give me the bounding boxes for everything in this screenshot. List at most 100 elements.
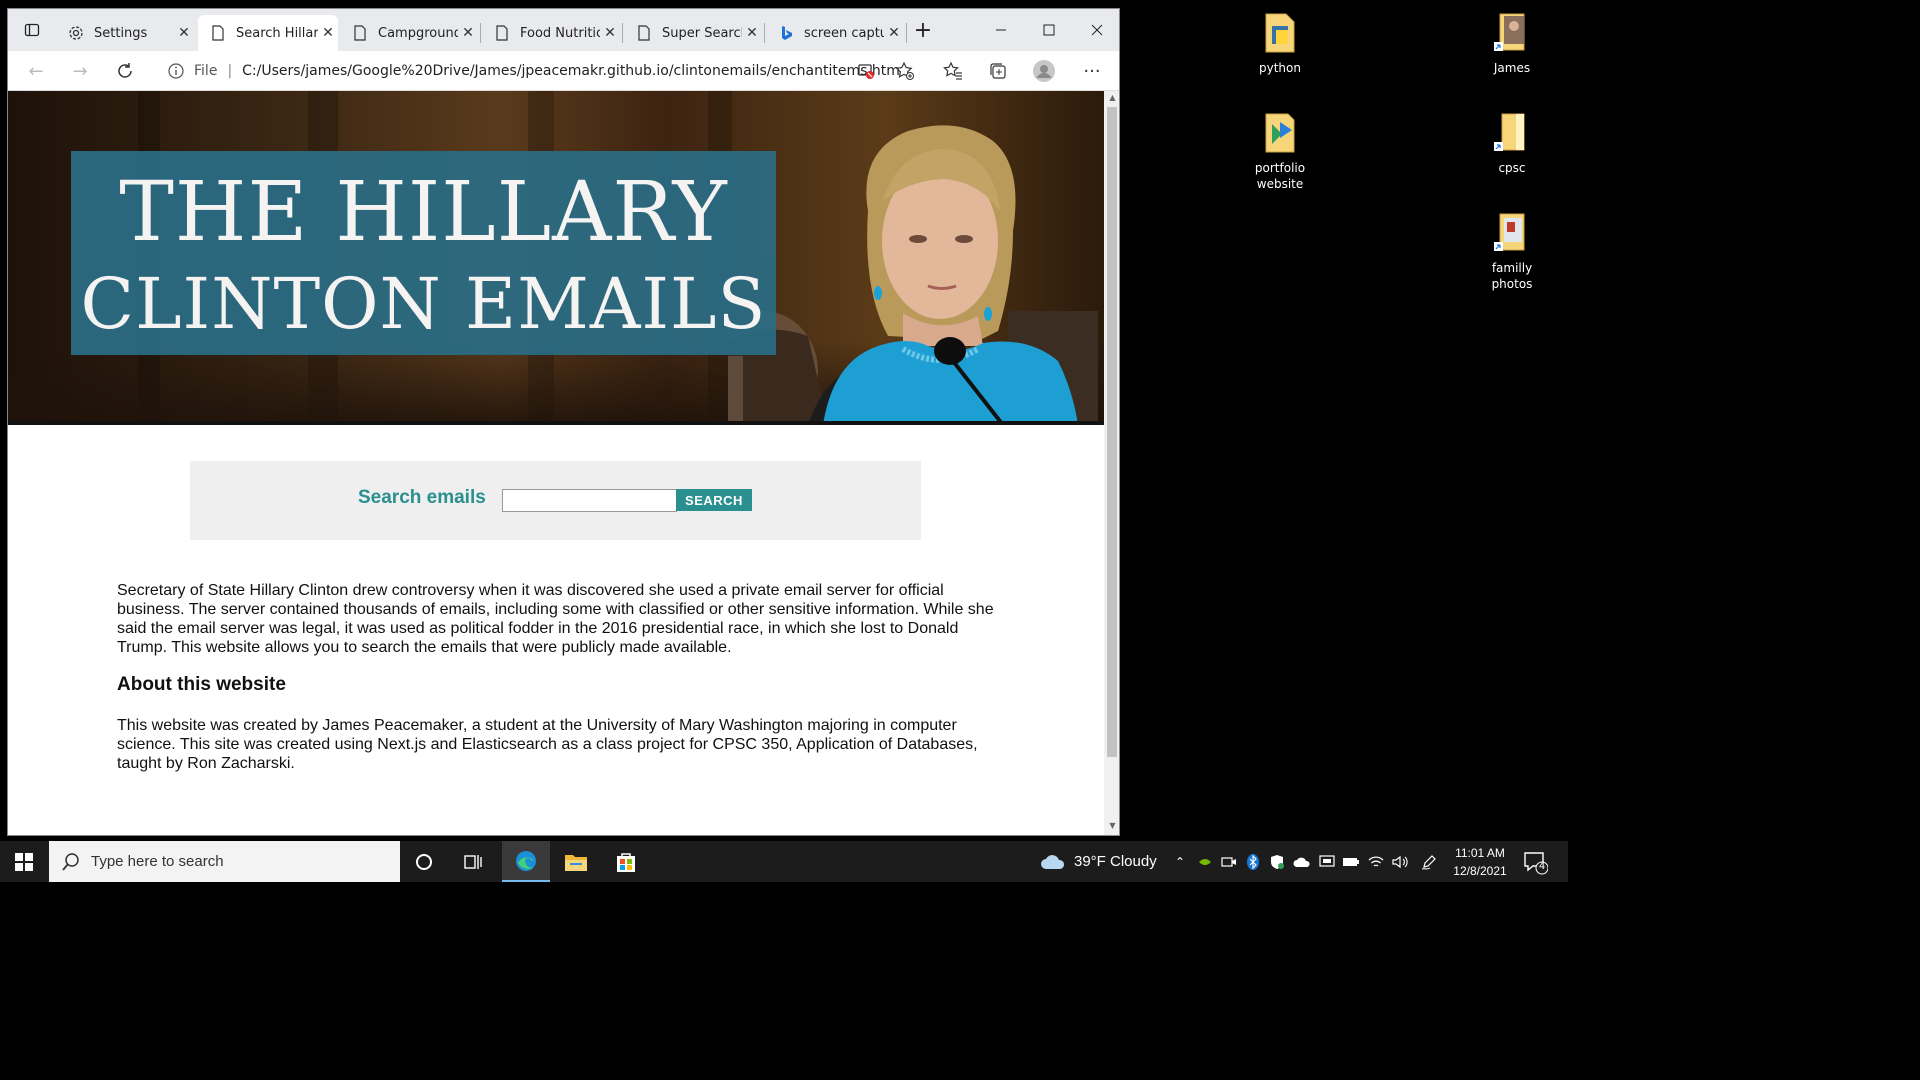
more-icon: ··· bbox=[1083, 60, 1101, 82]
notifications-button[interactable]: 4 bbox=[1522, 849, 1549, 875]
meet-now-icon[interactable] bbox=[1220, 853, 1238, 871]
avatar-icon bbox=[1033, 60, 1055, 82]
desktop-icon-label: python bbox=[1259, 61, 1301, 75]
desktop-icon-familly-photos[interactable]: familly photos bbox=[1472, 210, 1552, 292]
tab-label: Campground bbox=[378, 25, 458, 41]
close-tab-icon[interactable]: ✕ bbox=[318, 25, 338, 41]
tab-search-hillary[interactable]: Search Hillary ✕ bbox=[198, 15, 338, 51]
taskbar-edge-button[interactable] bbox=[502, 841, 550, 882]
taskbar-store-button[interactable] bbox=[602, 841, 650, 882]
close-tab-icon[interactable]: ✕ bbox=[174, 25, 194, 41]
clock-time: 11:01 AM bbox=[1455, 846, 1505, 860]
site-title-line-1: THE HILLARY bbox=[119, 165, 728, 260]
show-hidden-icons-button[interactable]: ⌃ bbox=[1171, 853, 1189, 871]
page-icon bbox=[352, 25, 368, 41]
forward-button[interactable]: → bbox=[64, 57, 96, 85]
settings-menu-button[interactable]: ··· bbox=[1076, 57, 1108, 85]
profile-button[interactable] bbox=[1028, 57, 1060, 85]
blocked-media-icon bbox=[858, 64, 874, 79]
collections-button[interactable] bbox=[982, 57, 1014, 85]
desktop-icon-label: familly photos bbox=[1491, 261, 1533, 291]
banner-divider bbox=[8, 421, 1104, 425]
plus-icon: + bbox=[913, 17, 933, 43]
close-tab-icon[interactable]: ✕ bbox=[600, 25, 620, 41]
close-tab-icon[interactable]: ✕ bbox=[884, 25, 904, 41]
desktop-icon-james[interactable]: James bbox=[1472, 10, 1552, 76]
edge-icon bbox=[516, 850, 536, 871]
scroll-down-icon[interactable]: ▼ bbox=[1104, 821, 1119, 835]
photo-folder-icon bbox=[1492, 210, 1532, 254]
tab-food-nutrition[interactable]: Food Nutritic ✕ bbox=[482, 15, 620, 51]
tab-actions-button[interactable] bbox=[12, 15, 52, 45]
desktop-icon-python[interactable]: python bbox=[1240, 10, 1320, 76]
clinton-portrait-image bbox=[728, 125, 1098, 425]
task-view-button[interactable] bbox=[449, 841, 497, 882]
forward-arrow-icon: → bbox=[72, 60, 88, 82]
refresh-icon bbox=[118, 63, 132, 78]
desktop-icon-cpsc[interactable]: cpsc bbox=[1472, 110, 1552, 176]
tab-super-search[interactable]: Super Search ✕ bbox=[624, 15, 762, 51]
folder-icon bbox=[565, 854, 587, 871]
tab-label: Settings bbox=[94, 25, 148, 41]
battery-icon[interactable] bbox=[1342, 853, 1360, 871]
vertical-scrollbar[interactable]: ▲ ▼ bbox=[1104, 91, 1119, 835]
scroll-thumb[interactable] bbox=[1107, 107, 1117, 757]
close-tab-icon[interactable]: ✕ bbox=[742, 25, 762, 41]
pen-workspace-icon[interactable] bbox=[1420, 853, 1438, 871]
taskbar-file-explorer-button[interactable] bbox=[552, 841, 600, 882]
bluetooth-icon[interactable] bbox=[1244, 853, 1262, 871]
about-paragraph: This website was created by James Peacem… bbox=[117, 717, 978, 772]
desktop-icon-label: James bbox=[1493, 61, 1531, 75]
onedrive-icon[interactable] bbox=[1293, 853, 1311, 871]
start-button[interactable] bbox=[0, 841, 48, 882]
close-window-button[interactable] bbox=[1074, 15, 1119, 45]
collections-icon bbox=[990, 63, 1006, 79]
maximize-icon bbox=[1043, 24, 1055, 36]
search-icon bbox=[62, 852, 79, 871]
volume-icon[interactable] bbox=[1391, 853, 1409, 871]
info-icon[interactable] bbox=[166, 61, 186, 81]
desktop: Settings ✕ Search Hillary ✕ Campground ✕ bbox=[0, 0, 1568, 882]
page-icon bbox=[636, 25, 652, 41]
cortana-icon bbox=[416, 853, 432, 870]
folder-icon bbox=[1260, 10, 1300, 54]
tab-screen-capture[interactable]: screen captur ✕ bbox=[766, 15, 904, 51]
security-shield-icon[interactable] bbox=[1268, 853, 1286, 871]
new-tab-button[interactable]: + bbox=[908, 15, 938, 45]
weather-widget[interactable]: 39°F Cloudy bbox=[1040, 841, 1157, 882]
refresh-button[interactable] bbox=[109, 57, 141, 85]
tracking-prevention-button[interactable] bbox=[850, 57, 882, 85]
search-input[interactable] bbox=[502, 489, 677, 512]
tab-divider bbox=[622, 23, 623, 43]
url-separator: | bbox=[227, 63, 233, 79]
wifi-icon[interactable] bbox=[1367, 853, 1385, 871]
close-tab-icon[interactable]: ✕ bbox=[458, 25, 478, 41]
search-button[interactable]: SEARCH bbox=[676, 489, 752, 511]
scheme-label: File bbox=[194, 63, 218, 79]
tab-campground[interactable]: Campground ✕ bbox=[340, 15, 478, 51]
maximize-button[interactable] bbox=[1026, 15, 1072, 45]
clock[interactable]: 11:01 AM 12/8/2021 bbox=[1445, 844, 1515, 880]
url-field[interactable]: File | C:/Users/james/Google%20Drive/Jam… bbox=[156, 55, 916, 87]
web-page: THE HILLARY CLINTON EMAILS Search emails… bbox=[8, 91, 1104, 835]
task-view-icon bbox=[464, 854, 482, 869]
back-button[interactable]: ← bbox=[20, 57, 52, 85]
clock-date: 12/8/2021 bbox=[1453, 864, 1507, 878]
tab-divider bbox=[480, 23, 481, 43]
minimize-button[interactable] bbox=[978, 15, 1024, 45]
tab-divider bbox=[764, 23, 765, 43]
taskbar-search-box[interactable]: Type here to search bbox=[49, 841, 400, 882]
favorites-button[interactable] bbox=[937, 57, 969, 85]
display-icon[interactable] bbox=[1318, 853, 1336, 871]
favorites-icon bbox=[943, 61, 962, 80]
desktop-icon-portfolio-website[interactable]: portfolio website bbox=[1240, 110, 1320, 192]
photo-folder-icon bbox=[1492, 10, 1532, 54]
add-favorite-button[interactable] bbox=[889, 57, 921, 85]
cloud-icon bbox=[1041, 854, 1065, 869]
nvidia-tray-icon[interactable] bbox=[1196, 853, 1214, 871]
scroll-up-icon[interactable]: ▲ bbox=[1104, 93, 1119, 107]
tab-settings[interactable]: Settings ✕ bbox=[56, 15, 194, 51]
tab-label: Search Hillary bbox=[236, 25, 318, 41]
desktop-icon-label: cpsc bbox=[1498, 161, 1526, 175]
cortana-button[interactable] bbox=[400, 841, 448, 882]
